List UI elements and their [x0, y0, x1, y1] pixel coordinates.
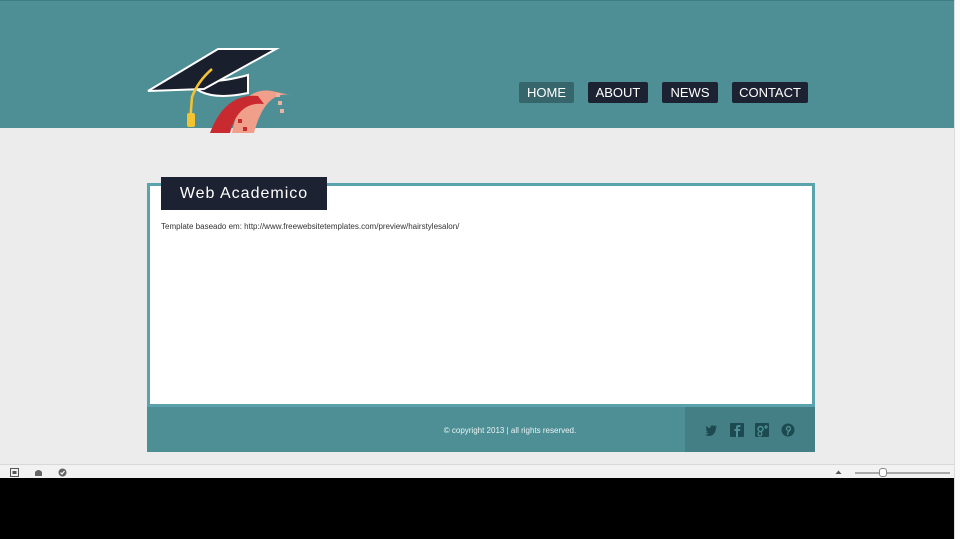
google-plus-icon[interactable]: [755, 423, 769, 437]
nav-home[interactable]: HOME: [519, 82, 574, 103]
nav-about[interactable]: ABOUT: [588, 82, 648, 103]
pinterest-icon[interactable]: [781, 423, 795, 437]
status-check-icon[interactable]: [58, 468, 67, 477]
site-header: HOME ABOUT NEWS CONTACT: [0, 0, 954, 133]
zoom-slider-handle[interactable]: [879, 468, 887, 477]
page-icon[interactable]: [10, 468, 19, 477]
browser-status-bar: [0, 464, 954, 478]
facebook-icon[interactable]: [730, 423, 744, 437]
browser-scrollbar[interactable]: [954, 0, 960, 539]
copyright-text: © copyright 2013 | all rights reserved.: [443, 426, 577, 435]
page-title: Web Academico: [161, 177, 327, 210]
nav-contact[interactable]: CONTACT: [732, 82, 808, 103]
graduation-cap-logo[interactable]: [140, 41, 300, 141]
site-footer: © copyright 2013 | all rights reserved.: [147, 407, 815, 452]
template-credit-text: Template baseado em: http://www.freewebs…: [161, 222, 460, 231]
main-content-box: [147, 183, 815, 407]
social-links: [685, 407, 815, 452]
browser-viewport: HOME ABOUT NEWS CONTACT Web Academico Te…: [0, 0, 954, 478]
zoom-slider-track[interactable]: [855, 472, 950, 474]
security-icon[interactable]: [34, 468, 43, 477]
zoom-up-arrow-icon[interactable]: [834, 468, 843, 477]
twitter-icon[interactable]: [704, 423, 718, 437]
nav-news[interactable]: NEWS: [662, 82, 718, 103]
